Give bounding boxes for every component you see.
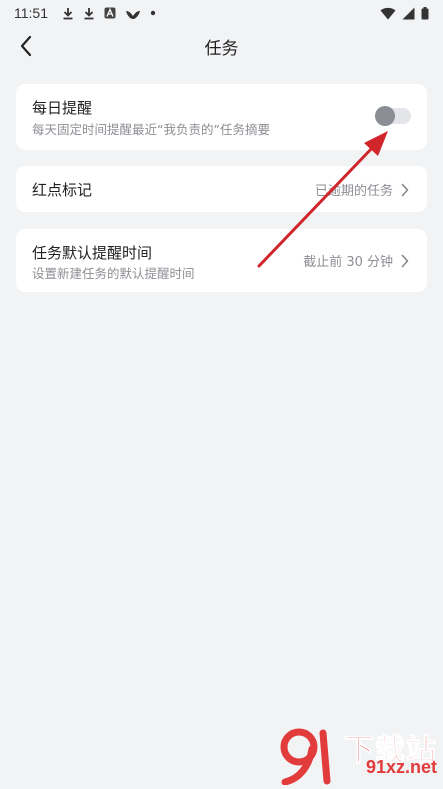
chevron-right-icon (401, 254, 409, 267)
daily-reminder-card: 每日提醒 每天固定时间提醒最近“我负责的”任务摘要 (16, 84, 427, 150)
wifi-icon (380, 7, 396, 19)
back-button[interactable] (12, 32, 40, 60)
default-reminder-time-subtitle: 设置新建任务的默认提醒时间 (32, 266, 195, 281)
toggle-knob (375, 106, 395, 126)
red-mark-row[interactable]: 红点标记 已逾期的任务 (16, 166, 427, 212)
default-reminder-time-title: 任务默认提醒时间 (32, 244, 153, 262)
dot-icon (150, 10, 156, 16)
default-reminder-time-value-group: 截止前 30 分钟 (303, 251, 409, 270)
daily-reminder-toggle[interactable] (375, 106, 411, 126)
red-mark-value: 已逾期的任务 (314, 184, 393, 199)
app-bird-icon (126, 10, 140, 19)
default-reminder-time-value: 截止前 30 分钟 (303, 255, 393, 270)
daily-reminder-subtitle: 每天固定时间提醒最近“我负责的”任务摘要 (32, 122, 270, 137)
status-time: 11:51 (14, 5, 48, 21)
default-reminder-time-row[interactable]: 任务默认提醒时间 设置新建任务的默认提醒时间 截止前 30 分钟 (16, 229, 427, 292)
status-right-icons (380, 6, 429, 20)
daily-reminder-title: 每日提醒 (32, 99, 93, 117)
app-a-icon (104, 7, 116, 19)
red-mark-title: 红点标记 (32, 181, 93, 199)
watermark-url: 91xz.net (365, 757, 437, 777)
chevron-right-icon (401, 183, 409, 196)
download-icon (84, 7, 94, 19)
nav-bar: 任务 (0, 26, 443, 66)
status-left-icons (62, 7, 156, 20)
status-bar: 11:51 (0, 0, 443, 26)
page-title: 任务 (204, 38, 239, 59)
battery-icon (421, 6, 429, 19)
watermark: 下载站 91xz.net (279, 725, 439, 785)
chevron-left-icon (20, 35, 32, 57)
watermark-logo-icon (280, 728, 331, 785)
red-mark-value-group: 已逾期的任务 (315, 180, 409, 199)
signal-icon (402, 7, 415, 19)
download-icon (63, 7, 73, 19)
